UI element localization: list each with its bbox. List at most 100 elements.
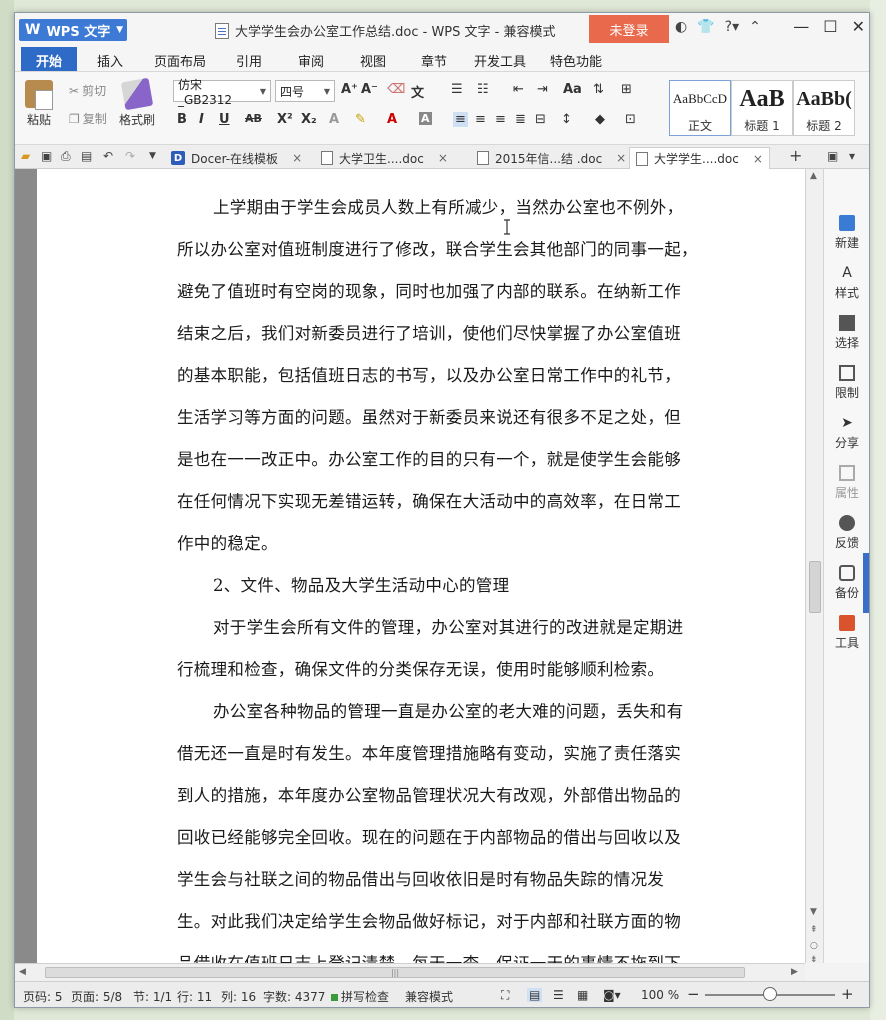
minimize-icon[interactable]: — (793, 17, 809, 36)
help-icon[interactable]: ?▾ (725, 19, 739, 35)
sidebar-item-share[interactable]: ➤ 分享 (824, 415, 870, 451)
shrink-font-icon[interactable]: A⁻ (361, 82, 378, 97)
align-left-icon[interactable]: ≡ (453, 112, 468, 127)
tab-list-icon[interactable]: ▣ (827, 149, 838, 163)
login-button[interactable]: 未登录 (589, 15, 669, 43)
close-tab-icon[interactable]: × (753, 152, 763, 166)
justify-icon[interactable]: ≣ (515, 112, 526, 127)
doc-tab-docer[interactable]: D Docer-在线模板 × (165, 147, 308, 169)
document-line[interactable]: 避免了值班时有空岗的现象，同时也加强了内部的联系。在纳新工作 (177, 271, 733, 313)
text-effect-icon[interactable]: A (329, 112, 339, 127)
distribute-icon[interactable]: ⊟ (535, 112, 546, 127)
shirt-icon[interactable]: 👕 (697, 19, 714, 35)
tab-page-layout[interactable]: 页面布局 (143, 47, 217, 71)
chevron-down-icon[interactable]: ▼ (149, 151, 156, 161)
sort-icon[interactable]: ⇅ (593, 82, 604, 97)
next-page-icon[interactable]: ⇟ (810, 955, 818, 965)
numbering-icon[interactable]: ☷ (477, 82, 489, 97)
tab-menu-icon[interactable]: ▾ (849, 149, 855, 163)
zoom-out-icon[interactable]: − (687, 985, 700, 1003)
style-heading-1[interactable]: AaB 标题 1 (731, 80, 793, 136)
open-folder-icon[interactable]: ▰ (21, 149, 30, 163)
sidebar-item-tools[interactable]: 工具 (824, 615, 870, 651)
document-line[interactable]: 生。对此我们决定给学生会物品做好标记，对于内部和社联方面的物 (177, 901, 733, 943)
sidebar-item-restrict[interactable]: 限制 (824, 365, 870, 401)
document-line[interactable]: 品借收在值班日志上登记清楚，每天一查，保证一天的事情不拖到下 (177, 943, 733, 963)
collapse-ribbon-icon[interactable]: ⌃ (749, 19, 761, 35)
cut-button[interactable]: ✂ 剪切 (69, 82, 106, 99)
font-size-select[interactable]: 四号 ▼ (275, 80, 335, 102)
italic-icon[interactable]: I (199, 112, 204, 127)
close-tab-icon[interactable]: × (292, 151, 302, 165)
status-word-count[interactable]: 字数: 4377 (263, 988, 325, 1005)
style-normal[interactable]: AaBbCcD 正文 (669, 80, 731, 136)
highlight-icon[interactable]: ✎ (355, 112, 366, 127)
document-line[interactable]: 办公室各种物品的管理一直是办公室的老大难的问题，丢失和有 (177, 691, 733, 733)
document-area[interactable]: 上学期由于学生会成员人数上有所减少，当然办公室也不例外， 所以办公室对值班制度进行… (15, 169, 805, 963)
grow-font-icon[interactable]: A⁺ (341, 82, 358, 97)
eye-protect-icon[interactable]: ◙▾ (603, 988, 621, 1002)
font-color-icon[interactable]: A (387, 112, 397, 127)
style-heading-2[interactable]: AaBb( 标题 2 (793, 80, 855, 136)
change-case-icon[interactable]: Aa (563, 82, 582, 97)
scroll-down-icon[interactable]: ▼ (810, 907, 817, 917)
horizontal-scroll-thumb[interactable]: ||| (45, 967, 745, 978)
format-painter-button[interactable]: 格式刷 (119, 77, 155, 128)
maximize-icon[interactable]: ☐ (823, 17, 837, 36)
scroll-right-icon[interactable]: ▶ (791, 967, 798, 977)
zoom-level[interactable]: 100 % (641, 988, 679, 1002)
undo-icon[interactable]: ↶ (103, 149, 113, 163)
print-preview-icon[interactable]: ▤ (81, 149, 92, 163)
bold-icon[interactable]: B (177, 112, 187, 127)
save-icon[interactable]: ▣ (41, 149, 52, 163)
font-name-select[interactable]: 仿宋_GB2312 ▼ (173, 78, 271, 107)
focus-mode-icon[interactable]: ⛶ (501, 988, 509, 1003)
tab-review[interactable]: 审阅 (281, 47, 341, 71)
zoom-slider-thumb[interactable] (763, 987, 777, 1001)
browse-object-icon[interactable]: ○ (810, 941, 818, 951)
redo-icon[interactable]: ↷ (125, 149, 135, 163)
doc-tab-2[interactable]: 2015年信...结 .doc × (471, 147, 632, 169)
sidebar-item-properties[interactable]: 属性 (824, 465, 870, 501)
document-line[interactable]: 结束之后，我们对新委员进行了培训，使他们尽快掌握了办公室值班 (177, 313, 733, 355)
tab-chapter[interactable]: 章节 (405, 47, 463, 71)
document-line[interactable]: 所以办公室对值班制度进行了修改，联合学生会其他部门的同事一起， (177, 229, 733, 271)
char-shading-icon[interactable]: A (419, 112, 432, 125)
tab-developer[interactable]: 开发工具 (463, 47, 537, 71)
increase-indent-icon[interactable]: ⇥ (537, 82, 548, 97)
scroll-up-icon[interactable]: ▲ (810, 171, 817, 181)
prev-page-icon[interactable]: ⇞ (810, 925, 818, 935)
document-line[interactable]: 对于学生会所有文件的管理，办公室对其进行的改进就是定期进 (177, 607, 733, 649)
table-icon[interactable]: ⊞ (621, 82, 632, 97)
close-tab-icon[interactable]: × (616, 151, 626, 165)
zoom-in-icon[interactable]: + (841, 985, 854, 1003)
borders-icon[interactable]: ⊡ (625, 112, 636, 127)
document-line[interactable]: 在任何情况下实现无差错运转，确保在大活动中的高效率，在日常工 (177, 481, 733, 523)
subscript-icon[interactable]: X₂ (301, 112, 317, 127)
copy-button[interactable]: ❐ 复制 (69, 110, 107, 127)
align-center-icon[interactable]: ≡ (475, 112, 486, 127)
document-body[interactable]: 上学期由于学生会成员人数上有所减少，当然办公室也不例外， 所以办公室对值班制度进行… (177, 187, 733, 963)
paste-button[interactable]: 粘贴 (25, 80, 53, 128)
tab-insert[interactable]: 插入 (77, 47, 143, 71)
tab-references[interactable]: 引用 (217, 47, 281, 71)
underline-icon[interactable]: U (219, 112, 230, 127)
sidebar-item-select[interactable]: 选择 (824, 315, 870, 351)
horizontal-scrollbar[interactable]: ◀ ||| ▶ (15, 963, 805, 981)
clear-format-icon[interactable]: ⌫ (387, 82, 405, 97)
print-icon[interactable]: ⎙ (61, 149, 71, 164)
close-icon[interactable]: ✕ (852, 17, 865, 36)
document-line[interactable]: 2、文件、物品及大学生活动中心的管理 (177, 565, 733, 607)
tab-view[interactable]: 视图 (341, 47, 405, 71)
document-page[interactable]: 上学期由于学生会成员人数上有所减少，当然办公室也不例外， 所以办公室对值班制度进行… (37, 169, 805, 963)
document-line[interactable]: 行梳理和检查，确保文件的分类保存无误，使用时能够顺利检索。 (177, 649, 733, 691)
sidebar-item-new[interactable]: 新建 (824, 215, 870, 251)
document-line[interactable]: 回收已经能够完全回收。现在的问题在于内部物品的借出与回收以及 (177, 817, 733, 859)
web-view-icon[interactable]: ▦ (577, 988, 588, 1002)
vertical-scrollbar[interactable]: ▲ ▼ ⇞ ○ ⇟ (805, 169, 823, 965)
document-line[interactable]: 生活学习等方面的问题。虽然对于新委员来说还有很多不足之处，但 (177, 397, 733, 439)
decrease-indent-icon[interactable]: ⇤ (513, 82, 524, 97)
tab-home[interactable]: 开始 (21, 47, 77, 71)
tab-features[interactable]: 特色功能 (537, 47, 615, 71)
document-line[interactable]: 到人的措施，本年度办公室物品管理状况大有改观，外部借出物品的 (177, 775, 733, 817)
